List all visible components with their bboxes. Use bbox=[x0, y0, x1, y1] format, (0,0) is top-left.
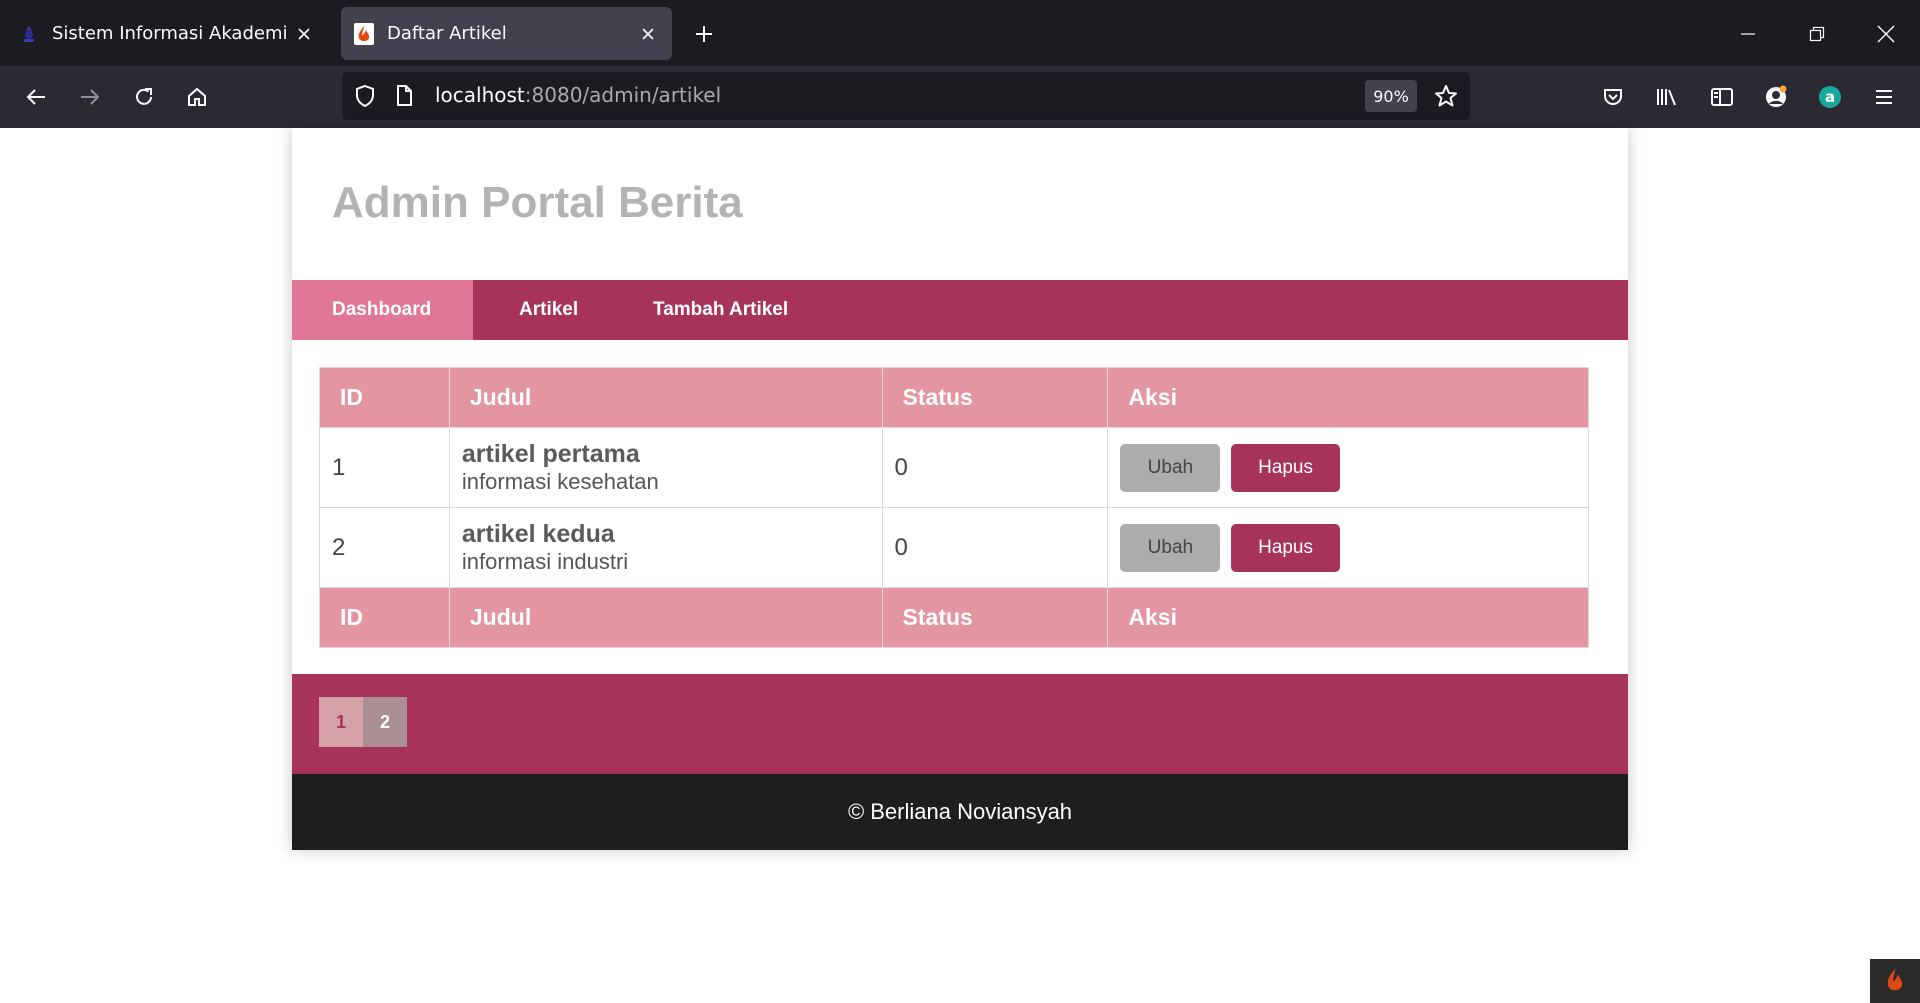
article-desc: informasi kesehatan bbox=[461, 469, 659, 494]
forward-arrow-icon[interactable] bbox=[70, 77, 110, 117]
pagination-bar: 1 2 bbox=[292, 674, 1628, 774]
page-link-2[interactable]: 2 bbox=[363, 697, 407, 747]
academic-logo-icon bbox=[18, 23, 40, 45]
article-title: artikel kedua bbox=[461, 520, 615, 548]
page-icon[interactable] bbox=[394, 84, 414, 113]
menu-item-dashboard[interactable]: Dashboard bbox=[292, 280, 473, 340]
cell-aksi: Ubah Hapus bbox=[1107, 507, 1589, 588]
header-status: Status bbox=[881, 367, 1109, 428]
tab-sistem-informasi[interactable]: Sistem Informasi Akademik bbox=[6, 7, 328, 60]
cell-judul: artikel kedua informasi industri bbox=[448, 507, 883, 588]
svg-text:a: a bbox=[1825, 88, 1835, 106]
site-footer: © Berliana Noviansyah bbox=[292, 774, 1628, 850]
table-row: 1 artikel pertama informasi kesehatan 0 … bbox=[319, 427, 1589, 508]
zoom-level-badge[interactable]: 90% bbox=[1365, 80, 1417, 112]
footer-status: Status bbox=[881, 587, 1109, 648]
close-icon[interactable] bbox=[632, 18, 664, 50]
account-icon[interactable] bbox=[1756, 77, 1796, 117]
table-header-row: ID Judul Status Aksi bbox=[319, 367, 1589, 428]
edit-button[interactable]: Ubah bbox=[1120, 523, 1221, 572]
page-link-1[interactable]: 1 bbox=[319, 697, 363, 747]
article-table: ID Judul Status Aksi 1 artikel pertama i… bbox=[319, 367, 1589, 648]
cell-judul: artikel pertama informasi kesehatan bbox=[448, 427, 883, 508]
library-icon[interactable] bbox=[1647, 77, 1687, 117]
cell-status: 0 bbox=[881, 427, 1109, 508]
cell-id: 2 bbox=[319, 507, 450, 588]
back-arrow-icon[interactable] bbox=[16, 77, 56, 117]
pocket-icon[interactable] bbox=[1593, 77, 1633, 117]
url-path: :8080/admin/artikel bbox=[524, 83, 722, 107]
article-desc: informasi industri bbox=[461, 549, 629, 574]
delete-button[interactable]: Hapus bbox=[1231, 523, 1341, 572]
codeigniter-flame-icon bbox=[353, 22, 375, 45]
footer-judul: Judul bbox=[448, 587, 883, 648]
header-id: ID bbox=[319, 367, 450, 428]
sidebar-icon[interactable] bbox=[1702, 77, 1742, 117]
bookmark-star-icon[interactable] bbox=[1428, 78, 1464, 114]
delete-button[interactable]: Hapus bbox=[1231, 443, 1341, 492]
new-tab-button[interactable] bbox=[686, 18, 722, 50]
footer-aksi: Aksi bbox=[1107, 587, 1589, 648]
url-text[interactable]: localhost:8080/admin/artikel bbox=[435, 83, 721, 107]
home-icon[interactable] bbox=[177, 77, 217, 117]
footer-id: ID bbox=[319, 587, 450, 648]
site-title: Admin Portal Berita bbox=[332, 178, 743, 227]
minimize-icon[interactable] bbox=[1728, 14, 1768, 54]
table-row: 2 artikel kedua informasi industri 0 Uba… bbox=[319, 507, 1589, 588]
tab-title: Daftar Artikel bbox=[387, 23, 507, 44]
cell-status: 0 bbox=[881, 507, 1109, 588]
shield-icon[interactable] bbox=[354, 84, 376, 113]
window-close-icon[interactable] bbox=[1866, 14, 1906, 54]
page-container: Admin Portal Berita Dashboard Artikel Ta… bbox=[292, 128, 1628, 850]
restore-icon[interactable] bbox=[1797, 14, 1837, 54]
extension-a-icon[interactable]: a bbox=[1810, 77, 1850, 117]
edit-button[interactable]: Ubah bbox=[1120, 443, 1221, 492]
site-header: Admin Portal Berita bbox=[292, 128, 1628, 280]
tab-title: Sistem Informasi Akademik bbox=[52, 23, 288, 44]
address-bar[interactable]: localhost:8080/admin/artikel bbox=[342, 72, 1470, 120]
tab-daftar-artikel[interactable]: Daftar Artikel bbox=[341, 7, 672, 60]
header-aksi: Aksi bbox=[1107, 367, 1589, 428]
reload-icon[interactable] bbox=[124, 77, 164, 117]
tab-strip: Sistem Informasi Akademik Daftar Artikel bbox=[0, 0, 1920, 66]
main-menu: Dashboard Artikel Tambah Artikel bbox=[292, 280, 1628, 340]
cell-id: 1 bbox=[319, 427, 450, 508]
cell-aksi: Ubah Hapus bbox=[1107, 427, 1589, 508]
menu-hamburger-icon[interactable] bbox=[1864, 77, 1904, 117]
menu-item-artikel[interactable]: Artikel bbox=[473, 280, 653, 340]
close-icon[interactable] bbox=[288, 18, 320, 50]
codeigniter-debug-toolbar-icon[interactable] bbox=[1870, 959, 1920, 1003]
main-content: ID Judul Status Aksi 1 artikel pertama i… bbox=[292, 340, 1628, 674]
menu-item-tambah-artikel[interactable]: Tambah Artikel bbox=[653, 280, 788, 340]
header-judul: Judul bbox=[448, 367, 883, 428]
article-title: artikel pertama bbox=[461, 440, 640, 468]
url-host: localhost bbox=[435, 83, 525, 107]
copyright-text: © Berliana Noviansyah bbox=[847, 799, 1073, 824]
table-footer-row: ID Judul Status Aksi bbox=[319, 587, 1589, 648]
